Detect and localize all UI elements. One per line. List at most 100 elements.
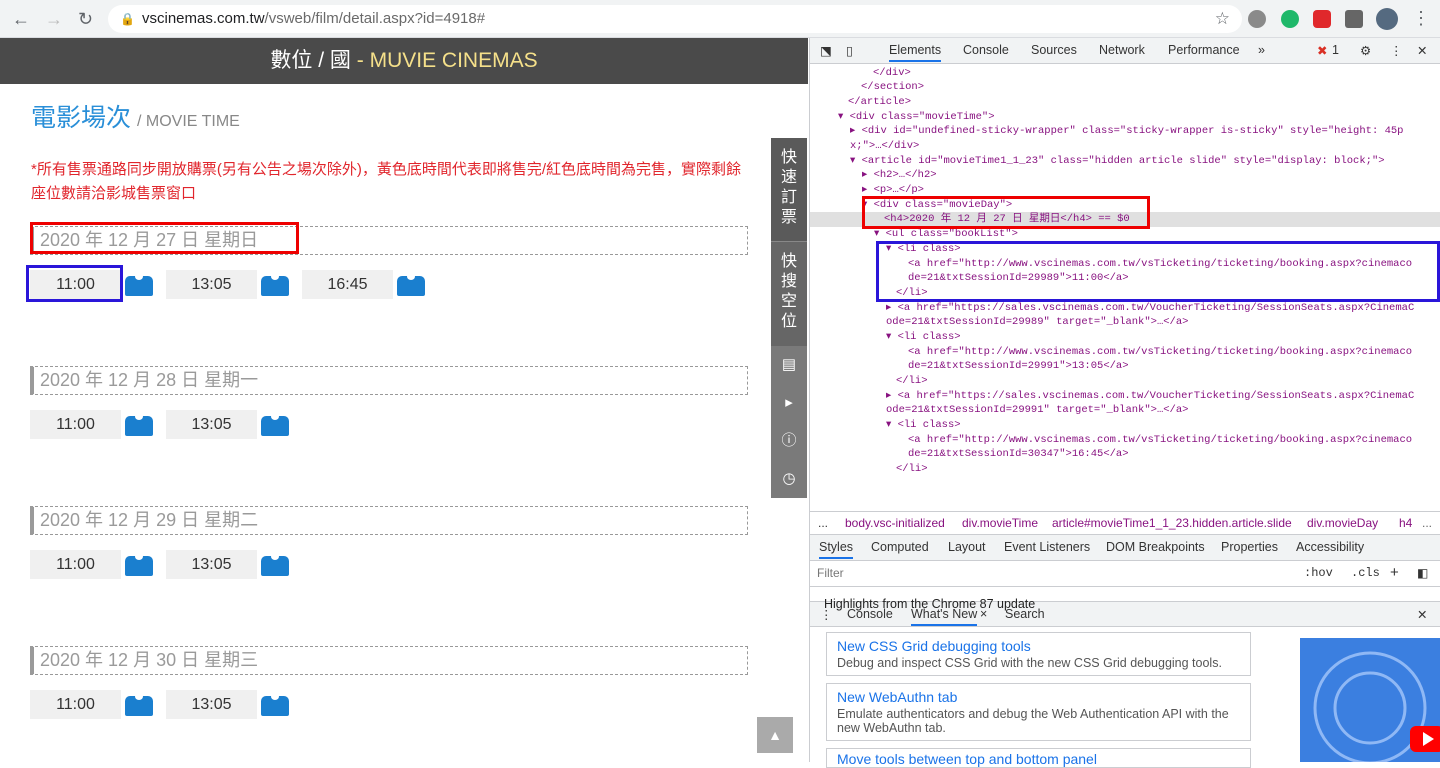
dom-node[interactable]: ▸ <div id="undefined-sticky-wrapper" cla… <box>850 124 1403 139</box>
card-description: Emulate authenticators and debug the Web… <box>837 707 1229 735</box>
extensions-puzzle-icon[interactable] <box>1345 10 1363 28</box>
more-tabs-button[interactable]: » <box>1258 43 1265 57</box>
address-bar[interactable]: 🔒 vscinemas.com.tw/vsweb/film/detail.asp… <box>108 5 1242 33</box>
showtime-button[interactable]: 11:00 <box>30 690 121 719</box>
breadcrumb-item[interactable]: div.movieDay <box>1307 512 1378 534</box>
breadcrumb-item[interactable]: article#movieTime1_1_23.hidden.article.s… <box>1052 512 1292 534</box>
tab-styles[interactable]: Styles <box>819 540 854 559</box>
dom-node[interactable]: ▸ <a href="https://sales.vscinemas.com.t… <box>886 389 1414 404</box>
profile-avatar[interactable] <box>1376 8 1398 30</box>
clock-icon[interactable]: ◷ <box>771 460 807 498</box>
quick-search-button[interactable]: 快搜空位 <box>771 242 807 346</box>
showtime-button[interactable]: 13:05 <box>166 410 257 439</box>
breadcrumb-more[interactable]: ... <box>818 512 828 534</box>
tab-performance[interactable]: Performance <box>1168 43 1240 57</box>
close-drawer-icon[interactable]: ✕ <box>1417 607 1427 622</box>
tab-event-listeners[interactable]: Event Listeners <box>1004 540 1090 554</box>
tab-accessibility[interactable]: Accessibility <box>1296 540 1364 554</box>
devtools-menu-icon[interactable]: ⋮ <box>1390 43 1403 58</box>
ticket-icon[interactable] <box>261 413 289 436</box>
dom-node[interactable]: x;">…</div> <box>850 139 919 154</box>
inspect-icon[interactable]: ⬔ <box>820 43 832 58</box>
grammarly-extension-icon[interactable] <box>1281 10 1299 28</box>
breadcrumb-overflow[interactable]: ... <box>1422 512 1432 534</box>
dom-node[interactable]: ▾ <li class> <box>886 418 961 433</box>
tab-dom-breakpoints[interactable]: DOM Breakpoints <box>1106 540 1205 554</box>
settings-gear-icon[interactable]: ⚙ <box>1360 43 1371 58</box>
ticket-icon[interactable] <box>261 273 289 296</box>
whats-new-card[interactable]: New WebAuthn tab Emulate authenticators … <box>826 683 1251 741</box>
document-icon[interactable]: ▤ <box>771 346 807 384</box>
error-count: 1 <box>1332 43 1339 57</box>
ticket-icon[interactable] <box>261 693 289 716</box>
close-devtools-icon[interactable]: ✕ <box>1417 43 1427 58</box>
megaphone-icon[interactable]: ▸ <box>771 384 807 422</box>
dom-node[interactable]: ▾ <article id="movieTime1_1_23" class="h… <box>850 154 1385 169</box>
dom-node[interactable]: ▾ <li class> <box>886 330 961 345</box>
dom-node[interactable]: ▾ <div class="movieTime"> <box>838 110 995 125</box>
ticket-icon[interactable] <box>125 273 153 296</box>
ticket-icon[interactable] <box>125 693 153 716</box>
menu-kebab-icon[interactable]: ⋮ <box>1412 8 1430 29</box>
whats-new-card[interactable]: Move tools between top and bottom panel <box>826 748 1251 768</box>
dom-node[interactable]: de=21&txtSessionId=30347">16:45</a> <box>908 447 1129 462</box>
dom-node[interactable]: </li> <box>896 462 928 477</box>
device-toggle-icon[interactable]: ▯ <box>846 43 853 58</box>
promo-video-thumbnail[interactable] <box>1300 638 1440 762</box>
dom-node[interactable]: </li> <box>896 374 928 389</box>
showtime-button[interactable]: 13:05 <box>166 690 257 719</box>
toggle-sidebar-icon[interactable]: ◧ <box>1417 561 1428 585</box>
dom-node[interactable]: <a href="http://www.vscinemas.com.tw/vsT… <box>908 345 1412 360</box>
tab-network[interactable]: Network <box>1099 43 1145 57</box>
tab-console[interactable]: Console <box>963 43 1009 57</box>
dom-node[interactable]: </article> <box>848 95 911 110</box>
back-icon[interactable]: ← <box>12 9 30 30</box>
ticket-icon[interactable] <box>125 553 153 576</box>
hov-toggle[interactable]: :hov <box>1304 561 1333 585</box>
ticket-icon[interactable] <box>261 553 289 576</box>
scroll-top-button[interactable]: ▲ <box>757 717 793 753</box>
showtime-button[interactable]: 13:05 <box>166 550 257 579</box>
alert-icon[interactable]: ⓘ <box>771 422 807 460</box>
dom-node[interactable]: ode=21&txtSessionId=29989" target="_blan… <box>886 315 1188 330</box>
forward-icon[interactable]: → <box>45 9 63 30</box>
tab-elements[interactable]: Elements <box>889 43 942 62</box>
showtime-button[interactable]: 11:00 <box>30 550 121 579</box>
dom-node[interactable]: ▸ <a href="https://sales.vscinemas.com.t… <box>886 301 1414 316</box>
quick-search-label: 快搜空位 <box>781 253 798 330</box>
card-title[interactable]: Move tools between top and bottom panel <box>837 751 1240 767</box>
dom-node[interactable]: ▸ <h2>…</h2> <box>862 168 937 183</box>
card-title[interactable]: New CSS Grid debugging tools <box>837 638 1240 654</box>
showtime-button[interactable]: 13:05 <box>166 270 257 299</box>
showtime-button[interactable]: 11:00 <box>30 410 121 439</box>
card-title[interactable]: New WebAuthn tab <box>837 689 1240 705</box>
youtube-extension-icon[interactable] <box>1313 10 1331 28</box>
breadcrumb-item[interactable]: div.movieTime <box>962 512 1038 534</box>
dom-node[interactable]: </div> <box>873 66 911 81</box>
card-description: Debug and inspect CSS Grid with the new … <box>837 656 1222 670</box>
whats-new-card[interactable]: New CSS Grid debugging tools Debug and i… <box>826 632 1251 676</box>
error-icon[interactable]: ✖ <box>1317 43 1327 58</box>
dom-node-text: <li class> <box>897 331 961 343</box>
cls-toggle[interactable]: .cls <box>1351 561 1380 585</box>
breadcrumb-item[interactable]: body.vsc-initialized <box>845 512 945 534</box>
showtime-button[interactable]: 16:45 <box>302 270 393 299</box>
add-rule-icon[interactable]: + <box>1390 561 1399 585</box>
tab-computed[interactable]: Computed <box>871 540 929 554</box>
dom-node[interactable]: </section> <box>861 80 924 95</box>
ticket-icon[interactable] <box>125 413 153 436</box>
dom-node[interactable]: ▾ <ul class="bookList"> <box>874 227 1018 242</box>
tab-sources[interactable]: Sources <box>1031 43 1077 57</box>
styles-filter-input[interactable]: Filter <box>817 561 844 585</box>
tab-properties[interactable]: Properties <box>1221 540 1278 554</box>
dom-node[interactable]: <a href="http://www.vscinemas.com.tw/vsT… <box>908 433 1412 448</box>
quick-book-button[interactable]: 快速訂票 <box>771 138 807 242</box>
bookmark-star-icon[interactable]: ☆ <box>1215 5 1230 33</box>
drive-extension-icon[interactable] <box>1248 10 1266 28</box>
dom-node[interactable]: de=21&txtSessionId=29991">13:05</a> <box>908 359 1129 374</box>
breadcrumb-item[interactable]: h4 <box>1399 512 1412 534</box>
dom-node[interactable]: ode=21&txtSessionId=29991" target="_blan… <box>886 403 1188 418</box>
reload-icon[interactable]: ↻ <box>78 9 93 30</box>
ticket-icon[interactable] <box>397 273 425 296</box>
tab-layout[interactable]: Layout <box>948 540 986 554</box>
